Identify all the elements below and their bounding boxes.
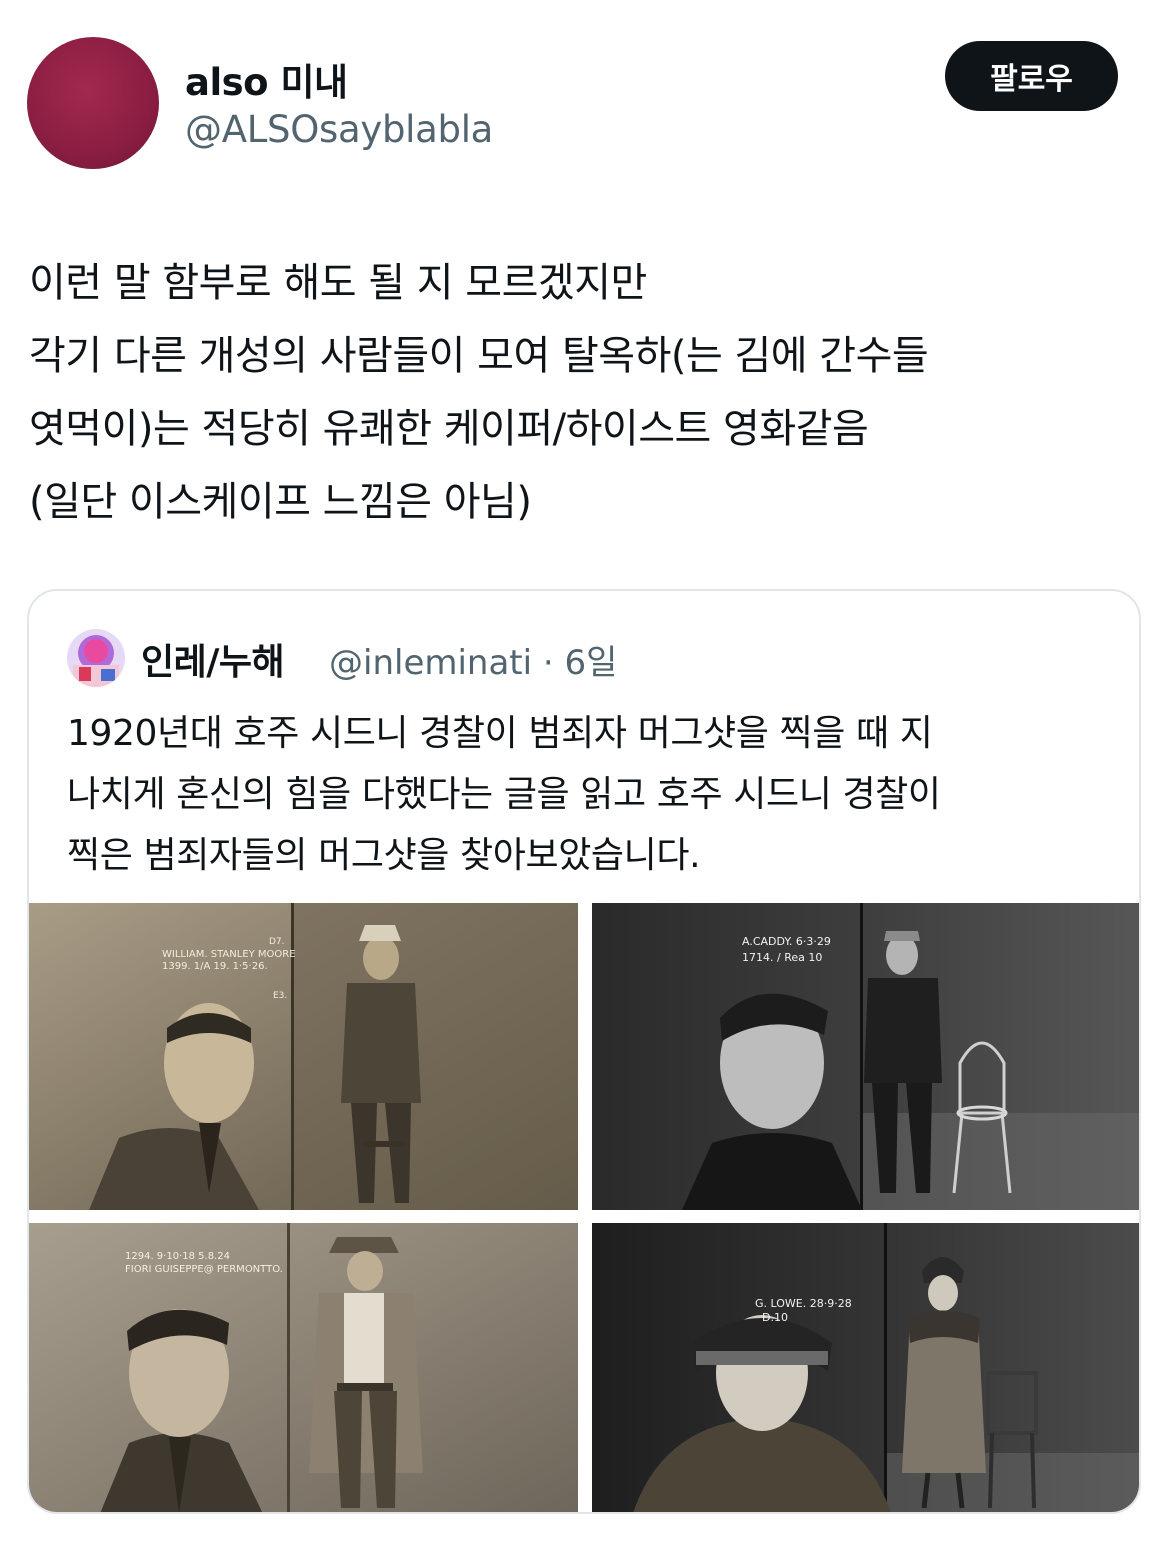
author-avatar[interactable] — [27, 37, 159, 169]
quoted-line: 찍은 범죄자들의 머그샷을 찾아보았습니다. — [67, 835, 701, 876]
mugshot-photo-4[interactable]: G. LOWE. 28·9·28 D.10 — [592, 1223, 1139, 1512]
tweet-text: 이런 말 함부로 해도 될 지 모르겠지만 각기 다른 개성의 사람들이 모여 … — [29, 247, 1139, 539]
photo-caption: WILLIAM. STANLEY MOORE — [162, 949, 296, 960]
tweet-line: 엿먹이)는 적당히 유쾌한 케이퍼/하이스트 영화같음 — [29, 406, 869, 452]
tweet-line: 각기 다른 개성의 사람들이 모여 탈옥하(는 김에 간수들 — [29, 333, 929, 379]
mugshot-photo-3[interactable]: 1294. 9·10·18 5.8.24 FIORI GUISEPPE@ PER… — [29, 1223, 578, 1512]
quoted-time[interactable]: 6일 — [565, 643, 618, 683]
author-display-name[interactable]: also 미내 — [185, 52, 348, 106]
photo-caption: G. LOWE. 28·9·28 — [755, 1297, 852, 1310]
separator-dot: · — [532, 643, 565, 683]
quoted-handle[interactable]: @inleminati — [329, 643, 532, 683]
tweet-line: (일단 이스케이프 느낌은 아님) — [29, 479, 532, 525]
quoted-handle-time[interactable]: @inleminati · 6일 — [329, 635, 617, 684]
quoted-line: 1920년대 호주 시드니 경찰이 범죄자 머그샷을 찍을 때 지 — [67, 713, 933, 754]
photo-caption: D.10 — [762, 1311, 788, 1324]
photo-caption: E3. — [273, 991, 288, 1001]
photo-caption: D7. — [269, 937, 285, 947]
quoted-tweet-card[interactable]: 인레/누해 @inleminati · 6일 1920년대 호주 시드니 경찰이… — [27, 589, 1141, 1514]
quoted-line: 나치게 혼신의 힘을 다했다는 글을 읽고 호주 시드니 경찰이 — [67, 774, 941, 815]
photo-caption: A.CADDY. 6·3·29 — [742, 935, 831, 948]
quoted-author-avatar[interactable] — [67, 629, 125, 687]
mugshot-photo-1[interactable]: WILLIAM. STANLEY MOORE 1399. 1/A 19. 1·5… — [29, 903, 578, 1210]
follow-button[interactable]: 팔로우 — [945, 41, 1118, 111]
quoted-text: 1920년대 호주 시드니 경찰이 범죄자 머그샷을 찍을 때 지 나치게 혼신… — [67, 703, 1107, 886]
photo-caption: FIORI GUISEPPE@ PERMONTTO. — [125, 1264, 283, 1275]
photo-caption: 1399. 1/A 19. 1·5·26. — [162, 961, 268, 972]
author-handle[interactable]: @ALSOsayblabla — [185, 108, 493, 151]
mugshot-photo-2[interactable]: A.CADDY. 6·3·29 1714. / Rea 10 — [592, 903, 1139, 1210]
quoted-display-name[interactable]: 인레/누해 — [141, 633, 285, 685]
tweet-line: 이런 말 함부로 해도 될 지 모르겠지만 — [29, 260, 647, 306]
photo-caption: 1714. / Rea 10 — [742, 951, 823, 964]
photo-caption: 1294. 9·10·18 5.8.24 — [125, 1251, 230, 1262]
